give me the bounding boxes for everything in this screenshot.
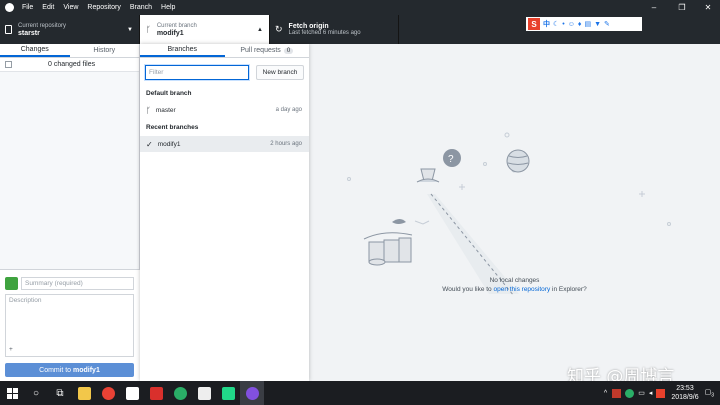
- branch-icon: ᚴ: [146, 25, 151, 34]
- no-changes-title: No local changes: [489, 277, 540, 284]
- branch-item-name: modify1: [157, 140, 181, 148]
- mic-icon[interactable]: ♦: [578, 21, 582, 28]
- prompt-before: Would you like to: [442, 286, 494, 293]
- github-desktop-icon[interactable]: [240, 381, 264, 405]
- commit-prefix: Commit to: [39, 366, 73, 374]
- sync-icon: ↻: [275, 24, 283, 34]
- svg-text:?: ?: [448, 154, 454, 165]
- emoji-icon[interactable]: ☺: [568, 21, 575, 28]
- branch-label: Current branch: [156, 22, 197, 29]
- tab-changes[interactable]: Changes: [0, 44, 70, 57]
- tab-history[interactable]: History: [70, 44, 140, 57]
- avatar: [5, 277, 18, 290]
- chrome-icon[interactable]: [96, 381, 120, 405]
- tab-pull-requests[interactable]: Pull requests 0: [225, 44, 310, 57]
- commit-button[interactable]: Commit to modify1: [5, 363, 134, 377]
- github-logo-icon: [5, 3, 14, 12]
- minimize-icon[interactable]: –: [640, 0, 668, 15]
- branch-dropdown: Branches Pull requests 0 Filter New bran…: [140, 44, 309, 381]
- file-explorer-icon[interactable]: [72, 381, 96, 405]
- sogou-logo-icon: S: [528, 18, 540, 30]
- dot-icon[interactable]: •: [562, 21, 564, 28]
- system-tray: ^ ▭ ◂ 23:53 2018/9/6 ▢3: [604, 381, 720, 405]
- branch-selector[interactable]: ᚴ Current branch modify1 ▲: [140, 15, 270, 44]
- wrench-icon[interactable]: ✎: [604, 20, 610, 28]
- clock-time: 23:53: [676, 385, 694, 392]
- network-icon[interactable]: ▭: [638, 389, 645, 397]
- menu-repository[interactable]: Repository: [87, 4, 120, 11]
- commit-form: Summary (required) Description + Commit …: [0, 269, 140, 381]
- chevron-up-icon[interactable]: ^: [604, 390, 607, 397]
- chevron-up-icon: ▲: [257, 26, 263, 33]
- shirt-icon[interactable]: ▼: [594, 21, 601, 28]
- notes-icon[interactable]: [120, 381, 144, 405]
- tab-branches[interactable]: Branches: [140, 44, 225, 57]
- red-app-icon[interactable]: [144, 381, 168, 405]
- pycharm-icon[interactable]: [216, 381, 240, 405]
- description-input[interactable]: Description +: [5, 294, 134, 357]
- branch-item-master[interactable]: ᚴ master a day ago: [140, 102, 309, 118]
- moon-icon[interactable]: ☾: [553, 20, 559, 28]
- recent-branches-heading: Recent branches: [146, 124, 199, 131]
- branch-item-modify1[interactable]: ✓ modify1 2 hours ago: [140, 136, 309, 152]
- maximize-icon[interactable]: ❐: [668, 0, 696, 15]
- add-coauthor-icon[interactable]: +: [9, 346, 13, 353]
- repo-name: starstr: [18, 29, 40, 37]
- wechat-icon[interactable]: [168, 381, 192, 405]
- menu-view[interactable]: View: [63, 4, 78, 11]
- menu-file[interactable]: File: [22, 4, 33, 11]
- ime-toolbar[interactable]: S 中 ☾ • ☺ ♦ ▤ ▼ ✎: [526, 17, 642, 31]
- chevron-down-icon: ▼: [127, 26, 133, 33]
- cortana-icon[interactable]: ○: [24, 381, 48, 405]
- fetch-origin-button[interactable]: ↻ Fetch origin Last fetched 6 minutes ag…: [270, 15, 399, 44]
- open-repo-prompt: Would you like to open this repository i…: [309, 286, 720, 293]
- fetch-sub: Last fetched 6 minutes ago: [288, 30, 361, 36]
- checkmark-icon: ✓: [146, 139, 153, 149]
- tray-app-icon[interactable]: [612, 388, 622, 398]
- changed-files-count: 0 changed files: [48, 61, 96, 68]
- open-repository-link[interactable]: open this repository: [493, 286, 550, 293]
- ime-tray-icon[interactable]: [656, 388, 666, 398]
- branch-item-time: 2 hours ago: [270, 141, 302, 147]
- branch-icon: ᚴ: [146, 105, 151, 115]
- menu-edit[interactable]: Edit: [42, 4, 54, 11]
- summary-input[interactable]: Summary (required): [21, 277, 134, 290]
- ime-lang[interactable]: 中: [543, 19, 550, 29]
- windows-start-icon[interactable]: [0, 381, 24, 405]
- close-icon[interactable]: ✕: [694, 0, 720, 15]
- notification-count: 3: [711, 392, 714, 399]
- repo-icon: [5, 25, 12, 34]
- default-branch-heading: Default branch: [146, 90, 192, 97]
- pull-requests-count: 0: [283, 47, 294, 54]
- branch-filter-input[interactable]: Filter: [145, 65, 249, 80]
- prompt-after: in Explorer?: [550, 286, 587, 293]
- menu-branch[interactable]: Branch: [130, 4, 152, 11]
- task-view-icon[interactable]: ⧉: [48, 381, 72, 405]
- description-placeholder: Description: [9, 297, 42, 304]
- notification-center-icon[interactable]: ▢3: [705, 388, 714, 398]
- clock-date: 2018/9/6: [671, 394, 699, 401]
- no-changes-view: ? No local changes Would you like to ope…: [309, 44, 720, 381]
- branch-name: modify1: [156, 29, 184, 37]
- menu-help[interactable]: Help: [161, 4, 175, 11]
- clock[interactable]: 23:53 2018/9/6: [671, 384, 698, 402]
- repo-label: Current repository: [18, 22, 67, 29]
- commit-branch: modify1: [73, 366, 100, 374]
- code-editor-icon[interactable]: [192, 381, 216, 405]
- wechat-tray-icon[interactable]: [625, 388, 635, 398]
- changes-pane: Changes History 0 changed files Summary …: [0, 44, 140, 381]
- keyboard-icon[interactable]: ▤: [584, 20, 591, 28]
- changed-files-header: 0 changed files: [0, 58, 139, 72]
- new-branch-button[interactable]: New branch: [256, 65, 304, 80]
- title-bar: File Edit View Repository Branch Help – …: [0, 0, 720, 15]
- fetch-label: Fetch origin: [288, 23, 329, 30]
- repository-selector[interactable]: Current repository starstr ▼: [0, 15, 140, 44]
- select-all-checkbox[interactable]: [5, 61, 12, 68]
- branch-item-time: a day ago: [275, 107, 302, 113]
- volume-icon[interactable]: ◂: [649, 389, 653, 397]
- pull-requests-label: Pull requests: [240, 47, 281, 54]
- blankslate-illustration: ?: [347, 132, 671, 297]
- branch-item-name: master: [155, 106, 176, 114]
